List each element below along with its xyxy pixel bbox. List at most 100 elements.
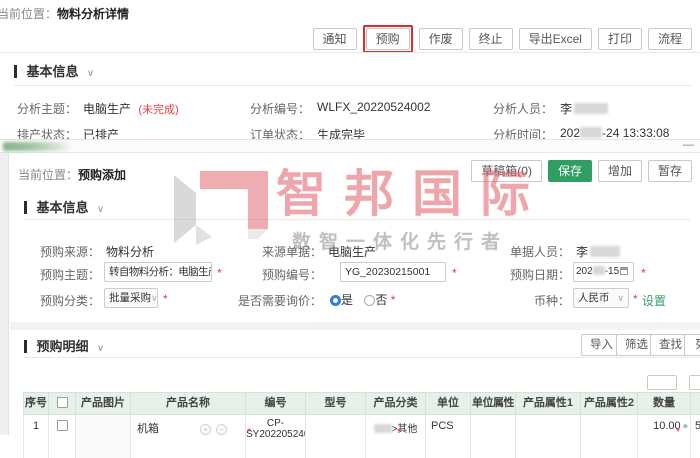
export-excel-button[interactable]: 导出Excel	[519, 28, 592, 50]
table-header-row: 序号 产品图片 产品名称 编号 型号 产品分类 单位 单位属性 产品属性1 产品…	[23, 392, 700, 415]
circle-minus-icon[interactable]: −	[216, 424, 227, 435]
breadcrumb-label: 当前位置：	[0, 7, 57, 21]
prepurchase-button[interactable]: 预购	[366, 28, 410, 50]
required-mark: *	[641, 266, 646, 280]
dialog-toolbar: 草稿箱(0) 保存 增加 暂存	[471, 160, 692, 182]
redacted-text	[374, 424, 392, 433]
category-select[interactable]: 批量采购∨	[104, 288, 158, 308]
basic-info-section-header[interactable]: 基本信息 ∨	[14, 61, 94, 81]
analysis-no-label: 分析编号：	[250, 100, 310, 117]
col-unit-attr: 单位属性	[471, 393, 516, 414]
chevron-down-icon[interactable]: ∨	[97, 204, 104, 215]
unfinished-flag: (未完成)	[138, 104, 178, 116]
analysis-topic-label: 分析主题：	[17, 100, 77, 117]
divider	[0, 52, 700, 53]
detail-section-header[interactable]: 预购明细 ∨	[24, 336, 104, 356]
col-checkbox	[49, 393, 76, 414]
cell-checkbox	[49, 415, 76, 458]
calendar-icon[interactable]	[620, 267, 628, 275]
staff-label: 单据人员：	[498, 243, 570, 260]
qty-stepper-icon[interactable]: ◆	[683, 423, 688, 430]
divider	[24, 357, 700, 358]
print-button[interactable]: 打印	[598, 28, 642, 50]
zhibang-logo-icon	[170, 167, 274, 251]
col-attr1: 产品属性1	[516, 393, 581, 414]
divider	[24, 219, 690, 220]
analyst-value: 李	[560, 100, 608, 117]
source-label: 预购来源：	[28, 243, 100, 260]
cell-category: >其他	[366, 415, 426, 458]
page-title: 物料分析详情	[57, 7, 129, 21]
section-title: 基本信息	[36, 200, 88, 215]
date-input[interactable]: 202-15	[573, 262, 634, 282]
inquiry-radio-group: 是 否 *	[330, 291, 395, 308]
hold-button[interactable]: 暂存	[648, 160, 692, 182]
highlight-box: 预购	[363, 25, 413, 53]
required-mark: *	[452, 266, 457, 280]
radio-no[interactable]	[364, 295, 375, 306]
analysis-time-value: 202-24 13:33:08	[560, 126, 669, 140]
breadcrumb: 当前位置：物料分析详情	[0, 5, 129, 23]
srcdoc-label: 来源单据：	[230, 243, 322, 260]
section-title: 预购明细	[36, 339, 88, 354]
select-all-checkbox[interactable]	[57, 397, 68, 408]
staff-value: 李	[576, 243, 620, 260]
draftbox-button[interactable]: 草稿箱(0)	[471, 160, 542, 182]
topic-label: 预购主题：	[28, 266, 100, 283]
redacted-text	[574, 103, 608, 114]
category-label: 预购分类：	[28, 292, 100, 309]
add-button[interactable]: 增加	[598, 160, 642, 182]
chevron-down-icon: ∨	[617, 289, 624, 307]
section-gap	[10, 322, 700, 330]
flow-button[interactable]: 流程	[648, 28, 692, 50]
code-label: 预购编号：	[230, 266, 322, 283]
detail-table: 序号 产品图片 产品名称 编号 型号 产品分类 单位 单位属性 产品属性1 产品…	[23, 392, 700, 458]
required-mark: *	[633, 292, 638, 306]
section-bar	[14, 65, 17, 78]
source-value: 物料分析	[106, 243, 154, 260]
table-row[interactable]: 1 机箱 + − CP- SY2022052400 >其他 PCS 10.00◆	[23, 415, 700, 458]
row-checkbox[interactable]	[57, 420, 68, 431]
radio-yes-label[interactable]: 是	[341, 293, 353, 307]
prepurchase-dialog: 当前位置：预购添加 草稿箱(0) 保存 增加 暂存 基本信息 ∨ 智邦国际 数智…	[0, 153, 700, 435]
void-button[interactable]: 作废	[419, 28, 463, 50]
cell-code: CP- SY2022052400	[246, 415, 306, 458]
chevron-down-icon: ∨	[151, 289, 158, 307]
code-input[interactable]: YG_20230215001	[340, 262, 446, 282]
chevron-down-icon[interactable]: ∨	[97, 343, 104, 354]
basic-info-section-header[interactable]: 基本信息 ∨	[24, 197, 104, 217]
required-mark: *	[163, 292, 168, 306]
col-qty: 数量	[638, 393, 691, 414]
columns-button[interactable]: 列	[684, 334, 700, 356]
col-unit: 单位	[426, 393, 471, 414]
terminate-button[interactable]: 终止	[469, 28, 513, 50]
save-button[interactable]: 保存	[548, 160, 592, 182]
redacted-text	[580, 127, 602, 138]
analysis-no-value: WLFX_20220524002	[317, 100, 430, 114]
col-model: 型号	[306, 393, 366, 414]
topic-input[interactable]: 转自物料分析：电脑生产	[104, 262, 212, 282]
cell-attr2	[581, 415, 638, 458]
analysis-toolbar: 通知 预购 作废 终止 导出Excel 打印 流程	[313, 25, 692, 53]
col-clipped	[691, 393, 700, 414]
required-mark: *	[247, 427, 251, 438]
required-mark: *	[391, 293, 396, 307]
notify-button[interactable]: 通知	[313, 28, 357, 50]
cell-name: 机箱 + −	[131, 415, 246, 458]
radio-no-label[interactable]: 否	[375, 293, 387, 307]
analyst-label: 分析人员：	[493, 100, 553, 117]
redacted-tab-badge	[3, 142, 73, 151]
chevron-down-icon[interactable]: ∨	[87, 68, 94, 79]
section-bar	[24, 340, 27, 353]
inquiry-label: 是否需要询价：	[230, 292, 322, 309]
mini-input[interactable]	[647, 375, 677, 390]
mini-input[interactable]	[689, 375, 700, 390]
minimize-icon[interactable]: —	[683, 139, 694, 151]
breadcrumb-label: 当前位置：	[18, 168, 78, 182]
redacted-text	[593, 266, 605, 275]
radio-yes[interactable]	[330, 295, 341, 306]
circle-plus-icon[interactable]: +	[200, 424, 211, 435]
currency-settings-link[interactable]: 设置	[642, 292, 666, 309]
cell-attr1	[516, 415, 581, 458]
currency-select[interactable]: 人民币∨	[573, 288, 629, 308]
